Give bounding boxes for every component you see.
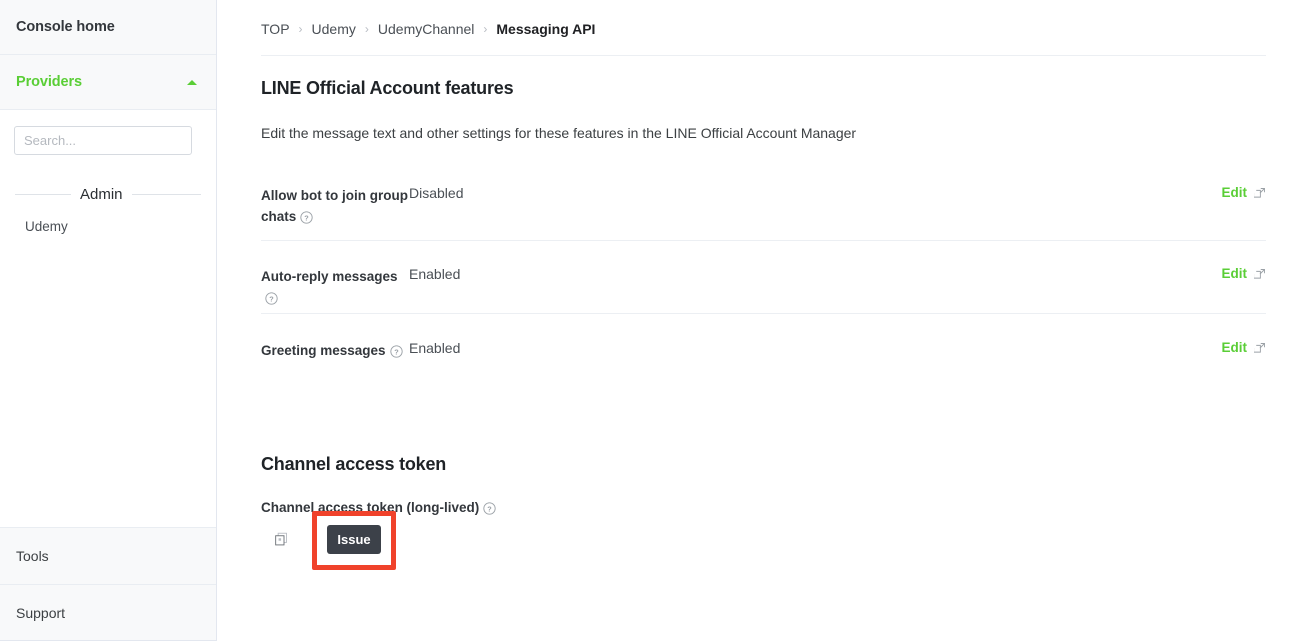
breadcrumb-separator-icon: › — [483, 22, 488, 36]
feature-label: Greeting messages? — [261, 339, 409, 361]
breadcrumb-item-top[interactable]: TOP — [261, 21, 290, 37]
edit-link[interactable]: Edit — [1222, 184, 1267, 200]
features-list: Allow bot to join group chats? Disabled … — [261, 168, 1266, 387]
issue-button-wrapper: Issue — [312, 511, 396, 570]
breadcrumb-item-udemy[interactable]: Udemy — [312, 21, 356, 37]
svg-text:?: ? — [394, 347, 399, 356]
page-title: LINE Official Account features — [261, 78, 514, 98]
feature-label: Auto-reply messages? — [261, 265, 409, 308]
edit-link-label: Edit — [1221, 185, 1248, 200]
feature-value: Enabled — [409, 266, 461, 282]
search-input[interactable] — [14, 126, 192, 155]
copy-icon[interactable] — [274, 532, 289, 547]
caret-up-icon — [187, 79, 197, 85]
breadcrumb-item-udemychannel[interactable]: UdemyChannel — [378, 21, 475, 37]
token-field-label-text: Channel access token (long-lived) — [261, 500, 480, 515]
edit-link-label: Edit — [1221, 340, 1248, 355]
sidebar-group-admin: Admin — [14, 186, 202, 203]
help-circle-icon[interactable]: ? — [389, 345, 403, 358]
breadcrumb: TOP › Udemy › UdemyChannel › Messaging A… — [261, 0, 1266, 37]
external-link-icon — [1254, 268, 1266, 280]
help-circle-icon[interactable]: ? — [300, 211, 313, 224]
help-circle-icon[interactable]: ? — [483, 502, 496, 515]
sidebar-body: Admin Udemy — [0, 110, 216, 527]
svg-text:?: ? — [488, 504, 493, 513]
table-row: Allow bot to join group chats? Disabled … — [261, 168, 1266, 241]
divider-line-right — [131, 194, 201, 195]
sidebar-item-udemy[interactable]: Udemy — [14, 203, 202, 234]
feature-label: Allow bot to join group chats? — [261, 184, 409, 227]
edit-link[interactable]: Edit — [1222, 339, 1267, 355]
feature-label-text: Allow bot to join group chats — [261, 188, 408, 224]
sidebar-tools-label: Tools — [16, 548, 49, 564]
svg-text:?: ? — [269, 294, 274, 303]
edit-link-label: Edit — [1221, 266, 1248, 281]
token-field-label: Channel access token (long-lived)? — [261, 500, 1266, 515]
sidebar: Console home Providers Admin Udemy Tools… — [0, 0, 217, 641]
console-page: Console home Providers Admin Udemy Tools… — [0, 0, 1299, 641]
sidebar-group-label: Admin — [80, 186, 123, 203]
edit-link[interactable]: Edit — [1222, 265, 1267, 281]
main-content: TOP › Udemy › UdemyChannel › Messaging A… — [217, 0, 1299, 641]
feature-value: Disabled — [409, 185, 464, 201]
external-link-icon — [1254, 187, 1266, 199]
breadcrumb-divider — [261, 55, 1266, 56]
breadcrumb-separator-icon: › — [298, 22, 303, 36]
breadcrumb-item-current: Messaging API — [496, 21, 596, 37]
sidebar-item-providers[interactable]: Providers — [0, 55, 216, 110]
sidebar-item-support[interactable]: Support — [0, 584, 216, 641]
page-description: Edit the message text and other settings… — [261, 125, 857, 141]
feature-label-text: Auto-reply messages — [261, 269, 398, 284]
sidebar-providers-label: Providers — [16, 74, 82, 90]
svg-text:?: ? — [305, 213, 310, 222]
sidebar-support-label: Support — [16, 604, 66, 621]
feature-label-text: Greeting messages — [261, 343, 386, 358]
breadcrumb-separator-icon: › — [364, 22, 369, 36]
sidebar-item-label: Udemy — [25, 219, 68, 234]
feature-value: Enabled — [409, 340, 461, 356]
sidebar-console-home-label: Console home — [16, 19, 115, 35]
sidebar-item-console-home[interactable]: Console home — [0, 0, 216, 55]
sidebar-item-tools[interactable]: Tools — [0, 527, 216, 584]
external-link-icon — [1254, 342, 1266, 354]
issue-button[interactable]: Issue — [327, 525, 381, 554]
table-row: Auto-reply messages? Enabled Edit — [261, 241, 1266, 314]
help-circle-icon[interactable]: ? — [265, 292, 278, 305]
token-controls: Issue — [261, 511, 1266, 570]
divider-line-left — [15, 194, 71, 195]
table-row: Greeting messages? Enabled Edit — [261, 314, 1266, 387]
section-title-channel-access-token: Channel access token — [261, 454, 447, 474]
